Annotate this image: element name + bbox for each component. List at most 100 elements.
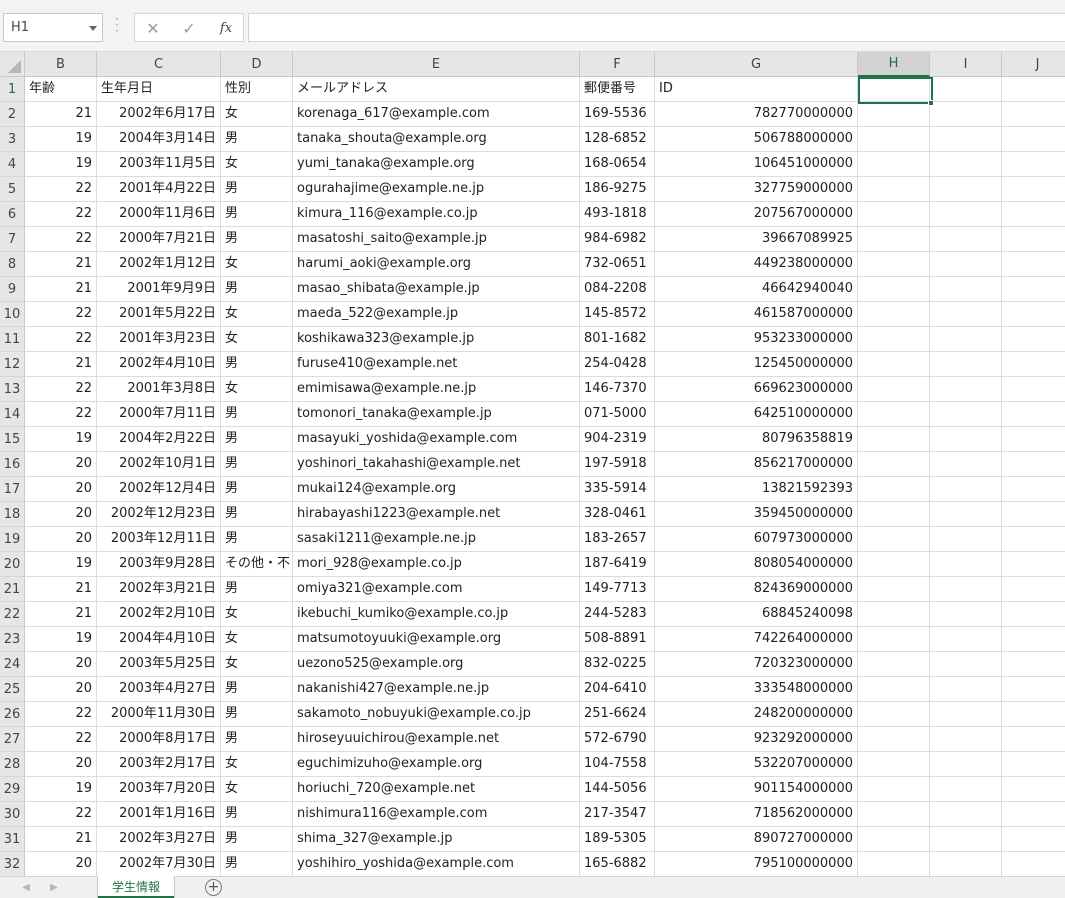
birthdate-cell[interactable]: 2001年3月8日 bbox=[97, 377, 221, 402]
birthdate-cell[interactable]: 2002年4月10日 bbox=[97, 352, 221, 377]
email-cell[interactable]: kimura_116@example.co.jp bbox=[293, 202, 580, 227]
empty-cell[interactable] bbox=[1002, 827, 1065, 852]
gender-cell[interactable]: 女 bbox=[221, 377, 293, 402]
age-cell[interactable]: 21 bbox=[25, 102, 97, 127]
empty-cell[interactable] bbox=[930, 252, 1002, 277]
empty-cell[interactable] bbox=[1002, 302, 1065, 327]
empty-cell[interactable] bbox=[858, 202, 930, 227]
column-header-b[interactable]: B bbox=[25, 52, 97, 77]
id-cell[interactable]: 607973000000 bbox=[655, 527, 858, 552]
empty-cell[interactable] bbox=[858, 277, 930, 302]
empty-cell[interactable] bbox=[1002, 552, 1065, 577]
birthdate-cell[interactable]: 2000年11月6日 bbox=[97, 202, 221, 227]
email-cell[interactable]: sasaki1211@example.ne.jp bbox=[293, 527, 580, 552]
row-header[interactable]: 19 bbox=[0, 527, 25, 552]
empty-cell[interactable] bbox=[858, 702, 930, 727]
email-cell[interactable]: korenaga_617@example.com bbox=[293, 102, 580, 127]
empty-cell[interactable] bbox=[930, 102, 1002, 127]
postal-code-cell[interactable]: 328-0461 bbox=[580, 502, 655, 527]
empty-cell[interactable] bbox=[930, 602, 1002, 627]
age-cell[interactable]: 22 bbox=[25, 377, 97, 402]
drag-handle-icon[interactable]: · · · bbox=[114, 13, 120, 37]
email-cell[interactable]: tomonori_tanaka@example.jp bbox=[293, 402, 580, 427]
birthdate-cell[interactable]: 2003年11月5日 bbox=[97, 152, 221, 177]
column-header-j[interactable]: J bbox=[1002, 52, 1065, 77]
empty-cell[interactable] bbox=[858, 777, 930, 802]
empty-cell[interactable] bbox=[858, 727, 930, 752]
gender-cell[interactable]: 男 bbox=[221, 477, 293, 502]
postal-code-cell[interactable]: 146-7370 bbox=[580, 377, 655, 402]
postal-code-cell[interactable]: 217-3547 bbox=[580, 802, 655, 827]
empty-cell[interactable] bbox=[930, 402, 1002, 427]
empty-cell[interactable] bbox=[930, 302, 1002, 327]
empty-cell[interactable] bbox=[1002, 527, 1065, 552]
row-header[interactable]: 20 bbox=[0, 552, 25, 577]
id-cell[interactable]: 742264000000 bbox=[655, 627, 858, 652]
column-header-i[interactable]: I bbox=[930, 52, 1002, 77]
empty-cell[interactable] bbox=[858, 577, 930, 602]
email-cell[interactable]: ogurahajime@example.ne.jp bbox=[293, 177, 580, 202]
email-cell[interactable]: matsumotoyuuki@example.org bbox=[293, 627, 580, 652]
row-header[interactable]: 18 bbox=[0, 502, 25, 527]
empty-cell[interactable] bbox=[1002, 102, 1065, 127]
empty-cell[interactable] bbox=[930, 77, 1002, 102]
birthdate-cell[interactable]: 2002年12月23日 bbox=[97, 502, 221, 527]
empty-cell[interactable] bbox=[1002, 802, 1065, 827]
email-cell[interactable]: furuse410@example.net bbox=[293, 352, 580, 377]
email-cell[interactable]: tanaka_shouta@example.org bbox=[293, 127, 580, 152]
email-cell[interactable]: eguchimizuho@example.org bbox=[293, 752, 580, 777]
age-cell[interactable]: 19 bbox=[25, 427, 97, 452]
birthdate-cell[interactable]: 2002年10月1日 bbox=[97, 452, 221, 477]
id-cell[interactable]: 13821592393 bbox=[655, 477, 858, 502]
gender-cell[interactable]: 男 bbox=[221, 202, 293, 227]
age-cell[interactable]: 20 bbox=[25, 677, 97, 702]
email-cell[interactable]: emimisawa@example.ne.jp bbox=[293, 377, 580, 402]
gender-cell[interactable]: 男 bbox=[221, 452, 293, 477]
empty-cell[interactable] bbox=[858, 427, 930, 452]
age-cell[interactable]: 20 bbox=[25, 452, 97, 477]
empty-cell[interactable] bbox=[1002, 202, 1065, 227]
row-header[interactable]: 32 bbox=[0, 852, 25, 877]
gender-cell[interactable]: 男 bbox=[221, 802, 293, 827]
empty-cell[interactable] bbox=[858, 602, 930, 627]
birthdate-cell[interactable]: 2004年4月10日 bbox=[97, 627, 221, 652]
empty-cell[interactable] bbox=[1002, 227, 1065, 252]
row-header[interactable]: 13 bbox=[0, 377, 25, 402]
row-header[interactable]: 17 bbox=[0, 477, 25, 502]
empty-cell[interactable] bbox=[930, 702, 1002, 727]
postal-code-cell[interactable]: 071-5000 bbox=[580, 402, 655, 427]
email-cell[interactable]: maeda_522@example.jp bbox=[293, 302, 580, 327]
postal-code-cell[interactable]: 183-2657 bbox=[580, 527, 655, 552]
id-cell[interactable]: 901154000000 bbox=[655, 777, 858, 802]
row-header[interactable]: 29 bbox=[0, 777, 25, 802]
empty-cell[interactable] bbox=[930, 777, 1002, 802]
email-cell[interactable]: masatoshi_saito@example.jp bbox=[293, 227, 580, 252]
age-cell[interactable]: 21 bbox=[25, 602, 97, 627]
row-header[interactable]: 11 bbox=[0, 327, 25, 352]
empty-cell[interactable] bbox=[930, 802, 1002, 827]
postal-code-cell[interactable]: 904-2319 bbox=[580, 427, 655, 452]
email-cell[interactable]: hirabayashi1223@example.net bbox=[293, 502, 580, 527]
empty-cell[interactable] bbox=[1002, 277, 1065, 302]
empty-cell[interactable] bbox=[930, 852, 1002, 877]
empty-cell[interactable] bbox=[930, 727, 1002, 752]
postal-code-cell[interactable]: 144-5056 bbox=[580, 777, 655, 802]
id-cell[interactable]: 506788000000 bbox=[655, 127, 858, 152]
row-header[interactable]: 3 bbox=[0, 127, 25, 152]
birthdate-cell[interactable]: 2002年7月30日 bbox=[97, 852, 221, 877]
age-cell[interactable]: 22 bbox=[25, 702, 97, 727]
row-header[interactable]: 6 bbox=[0, 202, 25, 227]
postal-code-cell[interactable]: 169-5536 bbox=[580, 102, 655, 127]
empty-cell[interactable] bbox=[1002, 427, 1065, 452]
age-cell[interactable]: 21 bbox=[25, 252, 97, 277]
cancel-icon[interactable]: ✕ bbox=[140, 16, 166, 40]
empty-cell[interactable] bbox=[1002, 377, 1065, 402]
enter-icon[interactable]: ✓ bbox=[176, 16, 202, 40]
age-cell[interactable]: 20 bbox=[25, 852, 97, 877]
empty-cell[interactable] bbox=[1002, 702, 1065, 727]
postal-code-cell[interactable]: 493-1818 bbox=[580, 202, 655, 227]
gender-cell[interactable]: 女 bbox=[221, 102, 293, 127]
id-cell[interactable]: 46642940040 bbox=[655, 277, 858, 302]
age-cell[interactable]: 21 bbox=[25, 277, 97, 302]
row-header[interactable]: 1 bbox=[0, 77, 25, 102]
